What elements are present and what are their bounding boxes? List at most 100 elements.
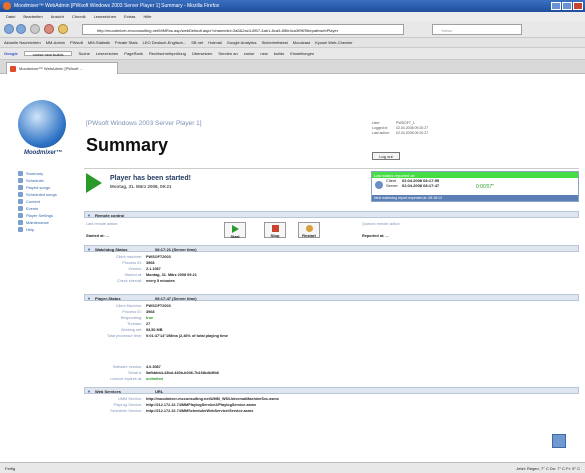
sidebar-item-summary[interactable]: Summary <box>18 170 78 177</box>
server-time-row: Server 02.04.2008 08:17:47 <box>386 183 440 188</box>
sidebar-item-help[interactable]: Help <box>18 226 78 233</box>
toolbar-item[interactable]: PageRank <box>124 51 143 56</box>
weather-status: Jetzt: Regen, 7° C Do: 7° C Fr: 9° C <box>516 466 580 471</box>
kv-row: Total processor time: 0:01:47'14"198ms (2… <box>106 334 228 338</box>
status-message: Player has been started! <box>110 175 191 182</box>
window-title: Moodmixer™ WebAdmin [PWsoft Windows 2003… <box>0 0 585 12</box>
menu-item-edit[interactable]: Bearbeiten <box>23 14 42 19</box>
sidebar-item-scheduler[interactable]: Scheduler <box>18 177 78 184</box>
google-search-input[interactable]: cruise new builds <box>23 51 73 57</box>
close-icon[interactable] <box>573 2 583 10</box>
bookmark-item[interactable]: Sicherheitstest <box>262 40 288 45</box>
start-button[interactable]: Start <box>224 222 246 239</box>
stop-button[interactable]: Stop <box>264 222 286 238</box>
reload-icon[interactable] <box>30 24 40 34</box>
sidebar-item-played-songs[interactable]: Played songs <box>18 184 78 191</box>
restart-button[interactable]: Restart <box>298 222 320 238</box>
queued-remote-value: Reported at: ... <box>362 234 389 238</box>
toolbar-item[interactable]: Rechtschreibprüfung <box>149 51 186 56</box>
session-info: User: PWSOFT_1 Logged in: 02.04.2008 09:20… <box>372 121 428 136</box>
bookmark-item[interactable]: LEO Deutsch-Englisch... <box>143 40 187 45</box>
arrow-icon: ▼ <box>87 247 91 252</box>
sidebar-item-player-settings[interactable]: Player Settings <box>18 212 78 219</box>
toolbar-item[interactable]: Übersetzen <box>192 51 212 56</box>
events-icon <box>18 206 23 211</box>
bookmark-item[interactable]: Hotmail <box>208 40 222 45</box>
window-controls <box>551 2 583 10</box>
bookmark-item[interactable]: Aktuelle Nachrichten <box>4 40 41 45</box>
tab-active[interactable]: Moodmixer™ WebAdmin [PWsoft ... <box>6 62 118 74</box>
section-player-status: ▼ Player-Status 08:17:47 (Server time) <box>84 294 579 301</box>
menu-item-help[interactable]: Hilfe <box>143 14 151 19</box>
restart-icon <box>305 225 313 232</box>
toolbar-item[interactable]: Suche <box>78 51 89 56</box>
menu-item-history[interactable]: Chronik <box>72 14 86 19</box>
summary-icon <box>18 171 23 176</box>
page-title: Summary <box>86 135 169 155</box>
bookmark-item[interactable]: Kyosei Web-Checker <box>315 40 353 45</box>
session-last-action: Last action: 02.04.2008 09:20:27 <box>372 131 429 135</box>
bookmark-item[interactable]: Private Stats <box>115 40 138 45</box>
arrow-icon: ▼ <box>87 389 91 394</box>
back-icon[interactable] <box>4 24 14 34</box>
bookmarks-toolbar: Aktuelle Nachrichten MM-Admin PWsoft MM-… <box>0 38 585 48</box>
kv-row: Licence expires at: unlimited <box>110 377 163 381</box>
section-watchdog-status: ▼ Watchdog Status 08:17:21 (Server time) <box>84 245 579 252</box>
bookmark-item[interactable]: MM-Admin <box>46 40 65 45</box>
toolbar-item[interactable]: Lesezeichen <box>96 51 118 56</box>
bookmark-item[interactable]: Google Analytics <box>227 40 257 45</box>
logout-button[interactable]: Log out <box>372 152 400 160</box>
divider <box>84 168 579 169</box>
menu-item-view[interactable]: Ansicht <box>51 14 64 19</box>
google-logo: Google <box>4 51 18 56</box>
maximize-icon[interactable] <box>562 2 572 10</box>
sidebar-item-content[interactable]: Content <box>18 198 78 205</box>
player-details: Client Machine: PWSOFT2003 Process ID: 396… <box>84 303 228 339</box>
kv-row: Scheduler Service: http://212.172.22.74/M… <box>110 409 254 413</box>
stop-icon[interactable] <box>44 24 54 34</box>
sidebar-item-scheduled-songs[interactable]: Scheduled songs <box>18 191 78 198</box>
last-remote-label: Last remote action: <box>86 222 119 226</box>
home-icon[interactable] <box>58 24 68 34</box>
toolbar-item[interactable]: cruise <box>244 51 255 56</box>
toolbar-item[interactable]: Einstellungen <box>290 51 314 56</box>
tab-label: Moodmixer™ WebAdmin [PWsoft ... <box>19 66 83 71</box>
logo-text: Moodmixer™ <box>23 150 62 156</box>
address-bar[interactable]: http://moodmixer-mcconsulting.net/MMRos.… <box>82 24 404 35</box>
section-web-services: ▼ Web Services URL <box>84 387 579 394</box>
calendar-icon <box>18 178 23 183</box>
last-status-box: Last status reported at: Client 02.04.200… <box>371 171 579 202</box>
firefox-icon <box>3 2 11 10</box>
queued-remote-label: Queued remote action: <box>362 222 401 226</box>
moodmixer-logo: Moodmixer™ <box>12 100 74 165</box>
google-toolbar: Google cruise new builds Suche Lesezeich… <box>0 48 585 60</box>
menu-item-tools[interactable]: Extras <box>124 14 135 19</box>
search-input[interactable]: Yahoo <box>432 24 522 35</box>
minimize-icon[interactable] <box>551 2 561 10</box>
logo-globe-icon <box>18 100 66 148</box>
bookmark-item[interactable]: PWsoft <box>70 40 83 45</box>
toolbar-item[interactable]: new <box>260 51 267 56</box>
menu-item-bookmarks[interactable]: Lesezeichen <box>94 14 116 19</box>
wrench-icon <box>18 220 23 225</box>
sidebar-item-events[interactable]: Events <box>18 205 78 212</box>
menu-item-file[interactable]: Datei <box>6 14 15 19</box>
next-report: Next watchdog report expected at: 08:18:… <box>372 195 578 201</box>
toolbar-item[interactable]: Senden an <box>218 51 237 56</box>
player-subtitle: [PWsoft Windows 2003 Server Player 1] <box>86 120 202 127</box>
play-status-icon <box>86 173 102 193</box>
sidebar: Summary Scheduler Played songs Scheduled… <box>18 170 78 233</box>
bookmark-item[interactable]: MM-Statistik <box>88 40 110 45</box>
bookmark-item[interactable]: Moodcast <box>293 40 310 45</box>
toolbar-item[interactable]: builds <box>274 51 284 56</box>
play-icon <box>231 225 239 233</box>
help-icon <box>18 227 23 232</box>
sync-icon <box>375 181 383 189</box>
navigation-bar: http://moodmixer-mcconsulting.net/MMRos.… <box>0 21 585 38</box>
arrow-icon: ▼ <box>87 296 91 301</box>
bookmark-item[interactable]: SB net <box>191 40 203 45</box>
webservices-details: UMM Service: http://moodmixer-mcconsultin… <box>84 396 279 414</box>
forward-icon[interactable] <box>16 24 26 34</box>
sidebar-item-maintenance[interactable]: Maintenance <box>18 219 78 226</box>
gear-icon <box>18 213 23 218</box>
